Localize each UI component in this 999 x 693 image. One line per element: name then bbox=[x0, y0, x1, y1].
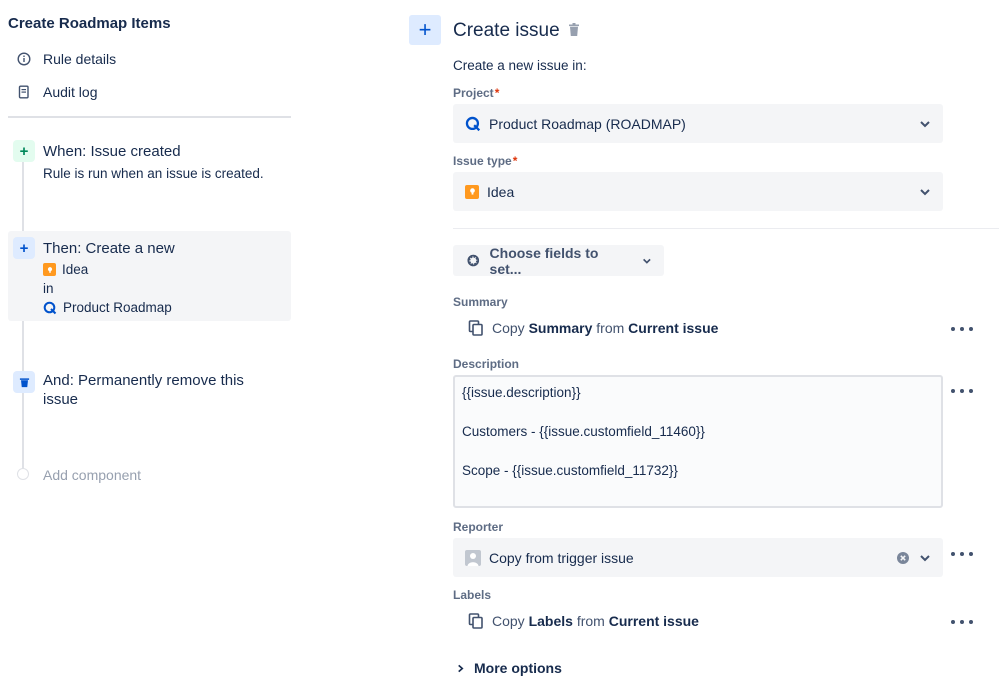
summary-copy-text: Copy bbox=[492, 320, 525, 336]
reporter-select-value: Copy from trigger issue bbox=[489, 550, 897, 566]
action-project-label: Product Roadmap bbox=[63, 300, 172, 315]
summary-from-text: from bbox=[596, 320, 624, 336]
required-marker: * bbox=[513, 154, 518, 168]
chevron-right-icon bbox=[456, 664, 465, 673]
idea-icon bbox=[43, 263, 56, 276]
nav-audit-log[interactable]: Audit log bbox=[17, 81, 97, 103]
description-label: Description bbox=[453, 357, 519, 371]
reporter-label: Reporter bbox=[453, 520, 503, 534]
labels-more-icon[interactable] bbox=[951, 614, 973, 630]
chevron-down-icon bbox=[919, 186, 931, 198]
create-issue-plus-icon: + bbox=[409, 15, 441, 45]
delete-action-icon[interactable] bbox=[568, 23, 580, 37]
trigger-subtitle: Rule is run when an issue is created. bbox=[43, 166, 264, 181]
description-more-icon[interactable] bbox=[951, 383, 973, 399]
action-issue-type-label: Idea bbox=[62, 262, 88, 277]
description-line: Scope - {{issue.customfield_11732}} bbox=[462, 461, 934, 481]
chevron-down-icon bbox=[919, 552, 931, 564]
gear-icon bbox=[465, 252, 482, 269]
summary-label: Summary bbox=[453, 295, 508, 309]
clear-icon[interactable] bbox=[897, 552, 909, 564]
more-options-label: More options bbox=[474, 660, 562, 676]
action-project: Product Roadmap bbox=[43, 300, 172, 315]
add-component-link[interactable]: Add component bbox=[43, 467, 141, 483]
chevron-down-icon bbox=[919, 118, 931, 130]
labels-from-text: from bbox=[577, 613, 605, 629]
delete-title-line1[interactable]: And: Permanently remove this bbox=[43, 372, 244, 389]
description-line: {{issue.description}} bbox=[462, 383, 934, 403]
avatar-icon bbox=[465, 550, 481, 566]
reporter-more-icon[interactable] bbox=[951, 546, 973, 562]
summary-field-name: Summary bbox=[529, 320, 593, 336]
action-title: Then: Create a new bbox=[43, 240, 175, 257]
trigger-title[interactable]: When: Issue created bbox=[43, 143, 181, 160]
chevron-down-icon bbox=[642, 256, 652, 266]
section-divider bbox=[453, 228, 999, 229]
project-label-text: Project bbox=[453, 86, 494, 100]
action-issue-type: Idea bbox=[43, 262, 88, 277]
summary-more-icon[interactable] bbox=[951, 321, 973, 337]
delete-component-icon bbox=[13, 371, 35, 393]
choose-fields-label: Choose fields to set... bbox=[490, 245, 631, 277]
nav-rule-details-label: Rule details bbox=[43, 51, 116, 67]
summary-copy-row[interactable]: Copy Summary from Current issue bbox=[468, 320, 718, 336]
project-icon bbox=[43, 301, 57, 315]
choose-fields-button[interactable]: Choose fields to set... bbox=[453, 245, 664, 276]
panel-title: Create issue bbox=[453, 20, 560, 42]
rule-title: Create Roadmap Items bbox=[8, 15, 171, 32]
nav-rule-details[interactable]: Rule details bbox=[17, 48, 116, 70]
add-component-dot bbox=[17, 468, 29, 480]
create-in-text: Create a new issue in: bbox=[453, 58, 587, 73]
labels-field-name: Labels bbox=[529, 613, 573, 629]
required-marker: * bbox=[495, 86, 500, 100]
idea-icon bbox=[465, 185, 479, 199]
copy-icon bbox=[468, 613, 484, 629]
copy-icon bbox=[468, 320, 484, 336]
description-textarea[interactable]: {{issue.description}} Customers - {{issu… bbox=[453, 375, 943, 508]
issue-type-label-text: Issue type bbox=[453, 154, 512, 168]
labels-label: Labels bbox=[453, 588, 491, 602]
project-icon bbox=[465, 116, 481, 132]
action-in-text: in bbox=[43, 281, 54, 296]
labels-copy-text: Copy bbox=[492, 613, 525, 629]
info-icon bbox=[17, 52, 31, 66]
project-select[interactable]: Product Roadmap (ROADMAP) bbox=[453, 104, 943, 143]
more-options-toggle[interactable]: More options bbox=[456, 660, 562, 676]
reporter-select[interactable]: Copy from trigger issue bbox=[453, 538, 943, 577]
issue-type-select[interactable]: Idea bbox=[453, 172, 943, 211]
labels-source: Current issue bbox=[609, 613, 699, 629]
document-icon bbox=[17, 85, 31, 99]
issue-type-select-value: Idea bbox=[487, 184, 919, 200]
labels-copy-row[interactable]: Copy Labels from Current issue bbox=[468, 613, 699, 629]
summary-source: Current issue bbox=[628, 320, 718, 336]
description-line: Customers - {{issue.customfield_11460}} bbox=[462, 422, 934, 442]
project-select-value: Product Roadmap (ROADMAP) bbox=[489, 116, 919, 132]
left-divider bbox=[8, 116, 291, 118]
trash-icon bbox=[19, 377, 30, 388]
trigger-plus-icon: + bbox=[13, 140, 35, 162]
project-label: Project* bbox=[453, 86, 499, 100]
nav-audit-log-label: Audit log bbox=[43, 84, 97, 100]
issue-type-label: Issue type* bbox=[453, 154, 517, 168]
action-plus-icon: + bbox=[13, 237, 35, 259]
description-line bbox=[462, 442, 934, 462]
description-line bbox=[462, 403, 934, 423]
delete-title-line2: issue bbox=[43, 391, 78, 408]
